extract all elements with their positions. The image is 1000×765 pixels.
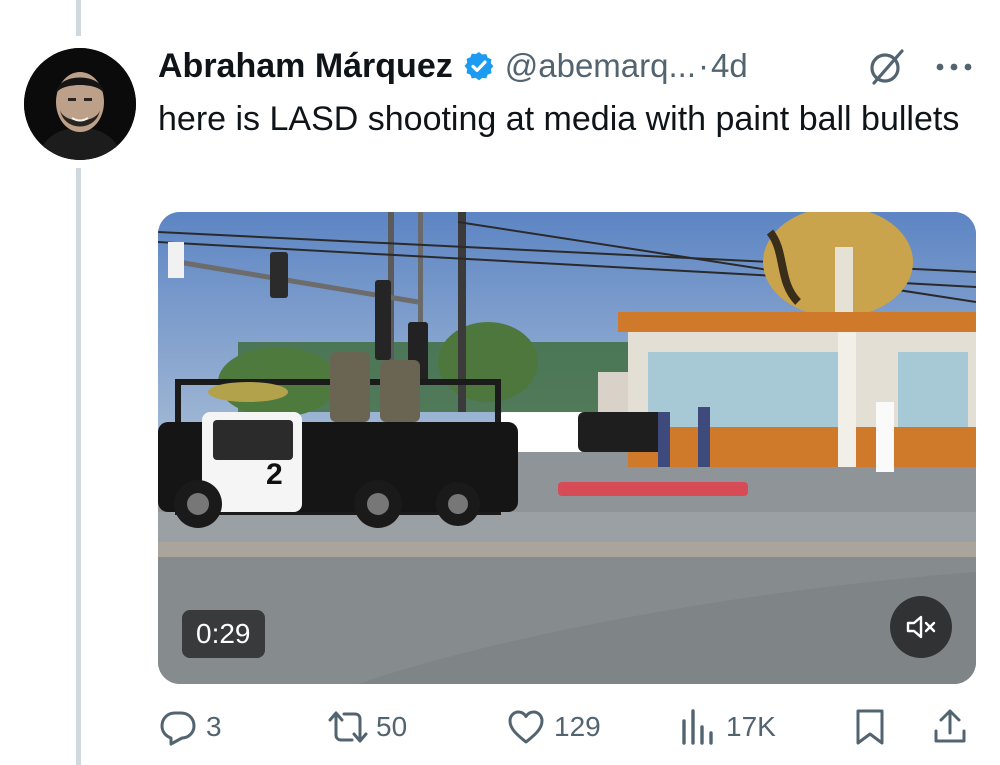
video-duration: 0:29 [182, 610, 265, 658]
timestamp[interactable]: 4d [711, 47, 748, 85]
views-button[interactable]: 17K [678, 700, 776, 754]
share-button[interactable] [930, 700, 970, 754]
like-button[interactable]: 129 [506, 700, 601, 754]
repost-count: 50 [376, 711, 408, 742]
author-handle[interactable]: @abemarq... [505, 47, 696, 85]
repost-icon [328, 711, 368, 743]
mute-button[interactable] [890, 596, 952, 658]
bookmark-button[interactable] [850, 700, 890, 754]
video-thumbnail: 2 [158, 212, 976, 684]
thread-line-bottom [76, 168, 81, 765]
like-icon [508, 710, 544, 744]
like-count: 129 [554, 711, 601, 742]
views-icon [682, 709, 713, 745]
thread-line-top [76, 0, 81, 36]
author-name[interactable]: Abraham Márquez [158, 47, 453, 86]
mute-icon [906, 615, 936, 639]
tweet-text: here is LASD shooting at media with pain… [158, 100, 960, 138]
reply-count: 3 [206, 711, 222, 742]
grok-icon[interactable] [866, 47, 906, 87]
reply-icon [160, 711, 196, 746]
avatar-photo [24, 48, 136, 160]
action-bar: 3 50 129 17K [158, 700, 976, 754]
tweet-header: Abraham Márquez @abemarq... · 4d [158, 42, 748, 90]
views-count: 17K [726, 711, 776, 742]
reply-button[interactable]: 3 [158, 700, 222, 754]
more-icon[interactable] [934, 60, 974, 74]
video-player[interactable]: 2 0:29 [158, 212, 976, 684]
repost-button[interactable]: 50 [328, 700, 407, 754]
separator-dot: · [697, 47, 709, 84]
share-icon [934, 709, 966, 743]
bookmark-icon [856, 709, 884, 745]
verified-badge-icon [464, 52, 494, 81]
avatar[interactable] [24, 48, 136, 160]
vehicle-label: 2 [266, 458, 283, 491]
